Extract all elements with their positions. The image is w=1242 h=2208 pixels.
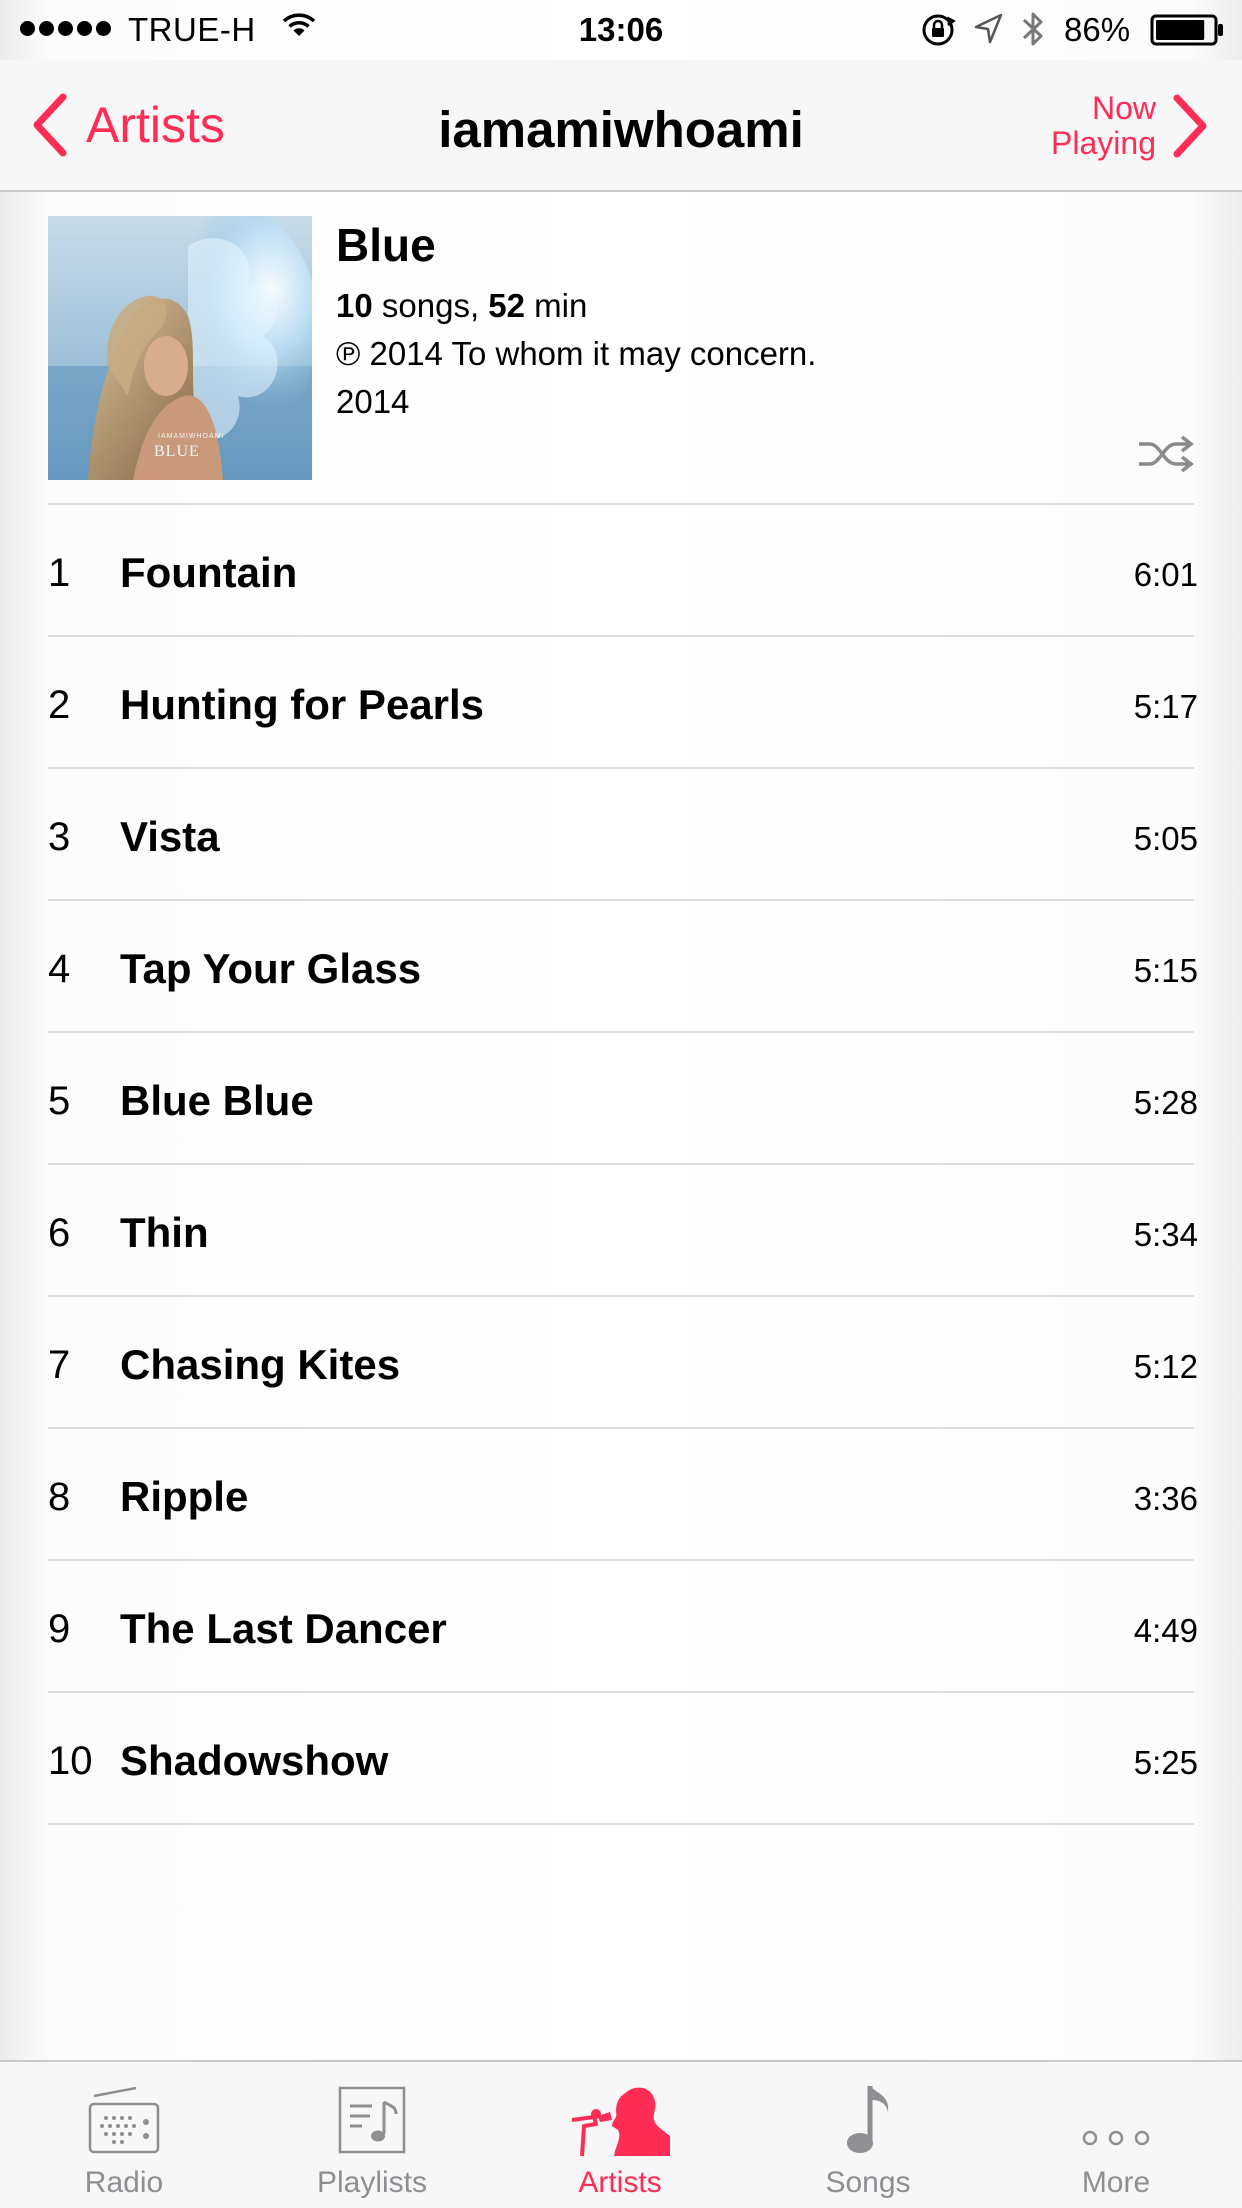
track-number: 7 xyxy=(48,1343,71,1387)
track-duration: 5:28 xyxy=(1133,1084,1198,1121)
track-row[interactable]: 5 Blue Blue 5:28 xyxy=(0,1033,1242,1165)
album-stats: 10 songs, 52 min xyxy=(336,282,816,330)
track-duration: 4:49 xyxy=(1133,1612,1198,1649)
album-title: Blue xyxy=(336,219,436,271)
album-info: 10 songs, 52 min ℗ 2014 To whom it may c… xyxy=(336,282,816,426)
track-number: 5 xyxy=(48,1079,71,1123)
track-number: 1 xyxy=(48,551,71,595)
bluetooth-icon xyxy=(1022,12,1043,46)
now-playing-label: Now Playing xyxy=(1051,91,1156,161)
chevron-left-icon xyxy=(33,93,67,157)
track-row[interactable]: 3 Vista 5:05 xyxy=(0,769,1242,901)
artists-icon xyxy=(571,2087,670,2156)
album-art-caption: IAMAMIWHOAMI xyxy=(158,433,224,440)
tab-songs[interactable]: Songs xyxy=(744,2062,992,2208)
track-row[interactable]: 7 Chasing Kites 5:12 xyxy=(0,1297,1242,1429)
playlists-icon xyxy=(338,2086,406,2154)
track-duration: 5:25 xyxy=(1133,1744,1198,1781)
track-list: 1 Fountain 6:01 2 Hunting for Pearls 5:17 3 Vis… xyxy=(0,505,1242,1825)
album-art-title: BLUE xyxy=(154,443,200,460)
now-playing-label-line1: Now xyxy=(1091,90,1156,126)
status-bar: TRUE-H 13:06 86% xyxy=(0,0,1242,60)
track-duration: 5:17 xyxy=(1133,688,1198,725)
now-playing-button[interactable]: Now Playing xyxy=(1051,88,1210,164)
album-songs-word: songs, xyxy=(372,287,489,324)
battery-percent: 86% xyxy=(1064,11,1131,48)
tab-label: Playlists xyxy=(316,2166,428,2199)
track-number: 6 xyxy=(48,1211,71,1255)
tab-label: More xyxy=(1081,2166,1151,2199)
track-row[interactable]: 10 Shadowshow 5:25 xyxy=(0,1693,1242,1825)
track-title: Ripple xyxy=(120,1473,249,1520)
track-row[interactable]: 6 Thin 5:34 xyxy=(0,1165,1242,1297)
track-row[interactable]: 9 The Last Dancer 4:49 xyxy=(0,1561,1242,1693)
track-title: The Last Dancer xyxy=(120,1605,447,1652)
tab-playlists[interactable]: Playlists xyxy=(248,2062,496,2208)
battery-icon xyxy=(1150,14,1223,46)
track-duration: 5:12 xyxy=(1133,1348,1198,1385)
status-time: 13:06 xyxy=(578,11,664,48)
rotation-lock-icon xyxy=(922,14,956,46)
tab-radio[interactable]: Radio xyxy=(0,2062,248,2208)
more-icon xyxy=(1082,2130,1150,2146)
tab-more[interactable]: More xyxy=(992,2062,1240,2208)
tab-artists[interactable]: Artists xyxy=(496,2062,744,2208)
track-number: 2 xyxy=(48,683,71,727)
track-title: Vista xyxy=(120,813,220,860)
track-duration: 3:36 xyxy=(1133,1480,1198,1517)
track-duration: 5:05 xyxy=(1133,820,1198,857)
track-duration: 5:34 xyxy=(1133,1216,1198,1253)
track-title: Fountain xyxy=(120,549,298,596)
album-duration: 52 xyxy=(488,287,526,324)
album-artwork: IAMAMIWHOAMI BLUE xyxy=(48,216,312,480)
tab-label: Artists xyxy=(578,2166,662,2199)
album-song-count: 10 xyxy=(336,287,373,324)
album-copyright: ℗ 2014 To whom it may concern. xyxy=(336,335,817,372)
tab-bar: Radio Playlists Artists Songs More xyxy=(0,2060,1242,2208)
track-number: 3 xyxy=(48,815,71,859)
track-number: 10 xyxy=(48,1739,93,1783)
chevron-right-icon xyxy=(1173,94,1207,158)
radio-icon xyxy=(88,2086,160,2154)
tab-label: Radio xyxy=(84,2166,164,2199)
music-app: TRUE-H 13:06 86% Artists iamamiwhoami No… xyxy=(0,0,1242,2208)
track-duration: 6:01 xyxy=(1133,556,1198,593)
track-title: Chasing Kites xyxy=(120,1341,401,1388)
location-arrow-icon xyxy=(974,13,1003,44)
track-row[interactable]: 2 Hunting for Pearls 5:17 xyxy=(0,637,1242,769)
track-row[interactable]: 1 Fountain 6:01 xyxy=(0,505,1242,637)
songs-icon xyxy=(847,2086,889,2153)
back-button-label: Artists xyxy=(86,97,225,153)
track-title: Thin xyxy=(120,1209,209,1256)
album-duration-unit: min xyxy=(525,287,588,324)
track-number: 9 xyxy=(48,1607,71,1651)
track-title: Shadowshow xyxy=(120,1737,389,1784)
now-playing-label-line2: Playing xyxy=(1051,125,1156,161)
track-title: Hunting for Pearls xyxy=(120,681,485,728)
album-year: 2014 xyxy=(336,383,410,420)
navigation-bar: Artists iamamiwhoami Now Playing xyxy=(0,60,1242,192)
track-number: 8 xyxy=(48,1475,71,1519)
back-button[interactable]: Artists xyxy=(30,90,225,160)
track-row[interactable]: 4 Tap Your Glass 5:15 xyxy=(0,901,1242,1033)
track-title: Tap Your Glass xyxy=(120,945,422,992)
track-duration: 5:15 xyxy=(1133,952,1198,989)
track-number: 4 xyxy=(48,947,71,991)
shuffle-icon[interactable] xyxy=(1136,434,1196,474)
track-title: Blue Blue xyxy=(120,1077,314,1124)
tab-label: Songs xyxy=(825,2166,911,2199)
track-row[interactable]: 8 Ripple 3:36 xyxy=(0,1429,1242,1561)
